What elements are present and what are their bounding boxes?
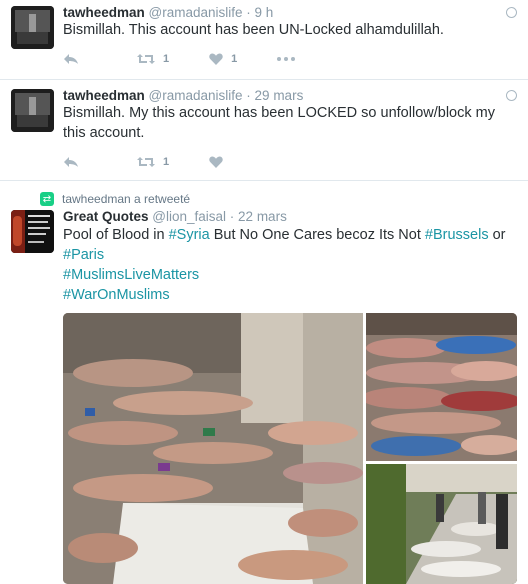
tweet-text: Pool of Blood in #Syria But No One Cares… bbox=[63, 225, 515, 305]
author-handle[interactable]: @ramadanislife bbox=[149, 88, 243, 103]
avatar[interactable] bbox=[11, 6, 54, 49]
tweet-text-line: #WarOnMuslims bbox=[63, 285, 515, 305]
separator: · bbox=[242, 5, 255, 20]
tweet-text: Bismillah. My this account has been LOCK… bbox=[63, 105, 495, 141]
avatar[interactable] bbox=[11, 210, 54, 253]
like-button[interactable] bbox=[209, 156, 223, 168]
avatar[interactable] bbox=[11, 89, 54, 132]
retweet-count: 1 bbox=[163, 53, 170, 65]
hashtag-link[interactable]: #Brussels bbox=[425, 227, 489, 243]
media-grid bbox=[63, 313, 517, 584]
tweet-text: Bismillah. This account has been UN-Lock… bbox=[63, 22, 444, 38]
text-segment: Pool of Blood in bbox=[63, 227, 169, 243]
text-segment: But No One Cares becoz Its Not bbox=[209, 227, 425, 243]
author-name[interactable]: tawheedman bbox=[63, 5, 145, 20]
media-photo-main[interactable] bbox=[63, 313, 363, 584]
author-name[interactable]: tawheedman bbox=[63, 88, 145, 103]
retweet-badge-icon: ⇄ bbox=[40, 192, 54, 206]
retweet-count: 1 bbox=[163, 156, 170, 168]
tweet-text-line: #Paris bbox=[63, 245, 515, 265]
retweet-button[interactable]: 1 bbox=[137, 156, 169, 168]
tweet-time[interactable]: 22 mars bbox=[238, 209, 287, 224]
tweet-actions: 1 1 bbox=[63, 49, 325, 69]
tweet-actions: 1 bbox=[63, 152, 253, 172]
tweet-time[interactable]: 29 mars bbox=[255, 88, 304, 103]
globe-icon bbox=[506, 90, 517, 101]
author-handle[interactable]: @lion_faisal bbox=[152, 209, 226, 224]
tweet-header: Great Quotes @lion_faisal · 22 mars bbox=[63, 209, 287, 224]
text-segment: or bbox=[488, 227, 506, 243]
tweet-text-line: Pool of Blood in #Syria But No One Cares… bbox=[63, 225, 515, 245]
tweet-item[interactable]: tawheedman @ramadanislife · 9 h Bismilla… bbox=[0, 0, 528, 80]
retweet-icon bbox=[137, 53, 155, 65]
hashtag-link[interactable]: #MuslimsLiveMatters bbox=[63, 267, 199, 283]
hashtag-link[interactable]: #WarOnMuslims bbox=[63, 287, 170, 303]
media-photo-bottom-right[interactable] bbox=[366, 464, 517, 584]
tweet-item[interactable]: tawheedman @ramadanislife · 29 mars Bism… bbox=[0, 80, 528, 181]
tweet-header: tawheedman @ramadanislife · 9 h bbox=[63, 5, 273, 20]
more-button[interactable] bbox=[277, 57, 296, 61]
retweet-context-text[interactable]: tawheedman a retweeté bbox=[62, 192, 190, 206]
hashtag-link[interactable]: #Syria bbox=[169, 227, 210, 243]
hashtag-link[interactable]: #Paris bbox=[63, 247, 104, 263]
tweet-text-line: #MuslimsLiveMatters bbox=[63, 265, 515, 285]
retweet-icon bbox=[137, 156, 155, 168]
author-handle[interactable]: @ramadanislife bbox=[149, 5, 243, 20]
retweet-button[interactable]: 1 bbox=[137, 53, 169, 65]
separator: · bbox=[242, 88, 255, 103]
reply-icon bbox=[63, 53, 79, 65]
separator: · bbox=[226, 209, 239, 224]
author-name[interactable]: Great Quotes bbox=[63, 209, 149, 224]
like-button[interactable]: 1 bbox=[209, 53, 237, 65]
tweet-time[interactable]: 9 h bbox=[255, 5, 274, 20]
reply-icon bbox=[63, 156, 79, 168]
like-count: 1 bbox=[231, 53, 238, 65]
tweet-header: tawheedman @ramadanislife · 29 mars bbox=[63, 88, 303, 103]
reply-button[interactable] bbox=[63, 156, 79, 168]
heart-icon bbox=[209, 156, 223, 168]
more-icon bbox=[277, 57, 296, 61]
media-photo-top-right[interactable] bbox=[366, 313, 517, 461]
heart-icon bbox=[209, 53, 223, 65]
globe-icon bbox=[506, 7, 517, 18]
retweet-context: ⇄ tawheedman a retweeté bbox=[40, 192, 190, 206]
reply-button[interactable] bbox=[63, 53, 79, 65]
